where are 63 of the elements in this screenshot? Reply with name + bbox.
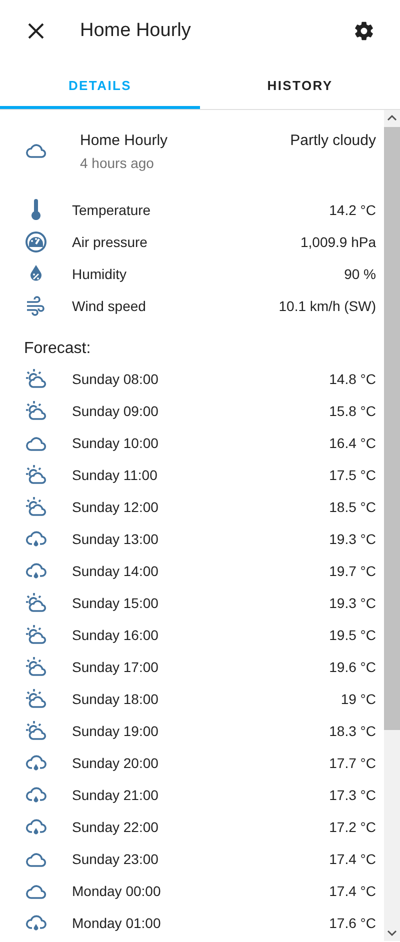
forecast-time: Sunday 11:00 — [72, 466, 158, 485]
tab[interactable]: HISTORY — [200, 62, 400, 109]
attribute-value: 1,009.9 hPa — [300, 232, 376, 252]
forecast-time: Sunday 09:00 — [72, 402, 160, 421]
forecast-time: Sunday 10:00 — [72, 434, 160, 453]
sun-cloud-icon — [24, 591, 48, 615]
scrollbar[interactable] — [384, 110, 400, 941]
forecast-temperature: 17.3 °C — [329, 786, 376, 804]
close-icon — [27, 22, 45, 40]
forecast-time: Sunday 19:00 — [72, 722, 160, 741]
sun-cloud-icon — [24, 687, 48, 711]
condition-text: Partly cloudy — [290, 131, 376, 151]
forecast-time: Sunday 08:00 — [72, 370, 160, 389]
forecast-temperature: 15.8 °C — [329, 402, 376, 420]
forecast-time: Sunday 20:00 — [72, 754, 160, 773]
sun-cloud-icon — [24, 655, 48, 679]
forecast-time: Sunday 22:00 — [72, 818, 160, 837]
forecast-time: Sunday 12:00 — [72, 498, 160, 517]
forecast-time: Sunday 21:00 — [72, 786, 160, 805]
forecast-time: Sunday 18:00 — [72, 690, 160, 709]
attribute-label: Humidity — [72, 264, 128, 284]
gauge-icon — [24, 230, 48, 254]
forecast-temperature: 19.3 °C — [329, 594, 376, 612]
attribute-value: 90 % — [344, 264, 376, 284]
attribute-label: Air pressure — [72, 232, 148, 252]
forecast-heading: Forecast: — [24, 339, 92, 359]
station-name: Home Hourly — [80, 131, 169, 151]
forecast-temperature: 17.6 °C — [329, 914, 376, 932]
forecast-time: Monday 00:00 — [72, 882, 162, 901]
forecast-temperature: 17.5 °C — [329, 466, 376, 484]
forecast-time: Sunday 17:00 — [72, 658, 160, 677]
sun-cloud-icon — [24, 463, 48, 487]
forecast-temperature: 19.7 °C — [329, 562, 376, 580]
forecast-temperature: 14.8 °C — [329, 370, 376, 388]
forecast-temperature: 18.5 °C — [329, 498, 376, 516]
sun-cloud-icon — [24, 399, 48, 423]
attribute-value: 10.1 km/h (SW) — [278, 296, 376, 316]
forecast-time: Sunday 16:00 — [72, 626, 160, 645]
forecast-time: Sunday 13:00 — [72, 530, 160, 549]
forecast-time: Sunday 15:00 — [72, 594, 160, 613]
forecast-temperature: 19.6 °C — [329, 658, 376, 676]
sun-cloud-icon — [24, 719, 48, 743]
sun-cloud-icon — [24, 495, 48, 519]
attribute-label: Temperature — [72, 200, 152, 220]
attribute-value: 14.2 °C — [329, 200, 376, 220]
updated-time: 4 hours ago — [80, 154, 155, 173]
attribute-label: Wind speed — [72, 296, 147, 316]
forecast-temperature: 17.4 °C — [329, 850, 376, 868]
forecast-temperature: 19 °C — [340, 690, 376, 708]
sun-cloud-icon — [24, 367, 48, 391]
forecast-temperature: 16.4 °C — [329, 434, 376, 452]
forecast-time: Sunday 14:00 — [72, 562, 160, 581]
forecast-time: Monday 01:00 — [72, 914, 162, 933]
settings-icon — [353, 20, 375, 42]
forecast-temperature: 18.3 °C — [329, 722, 376, 740]
forecast-temperature: 17.2 °C — [329, 818, 376, 836]
forecast-temperature: 17.4 °C — [329, 882, 376, 900]
forecast-time: Sunday 23:00 — [72, 850, 160, 869]
forecast-temperature: 19.3 °C — [329, 530, 376, 548]
forecast-temperature: 17.7 °C — [329, 754, 376, 772]
forecast-temperature: 19.5 °C — [329, 626, 376, 644]
dialog-title: Home Hourly — [80, 18, 192, 43]
sun-cloud-icon — [24, 623, 48, 647]
